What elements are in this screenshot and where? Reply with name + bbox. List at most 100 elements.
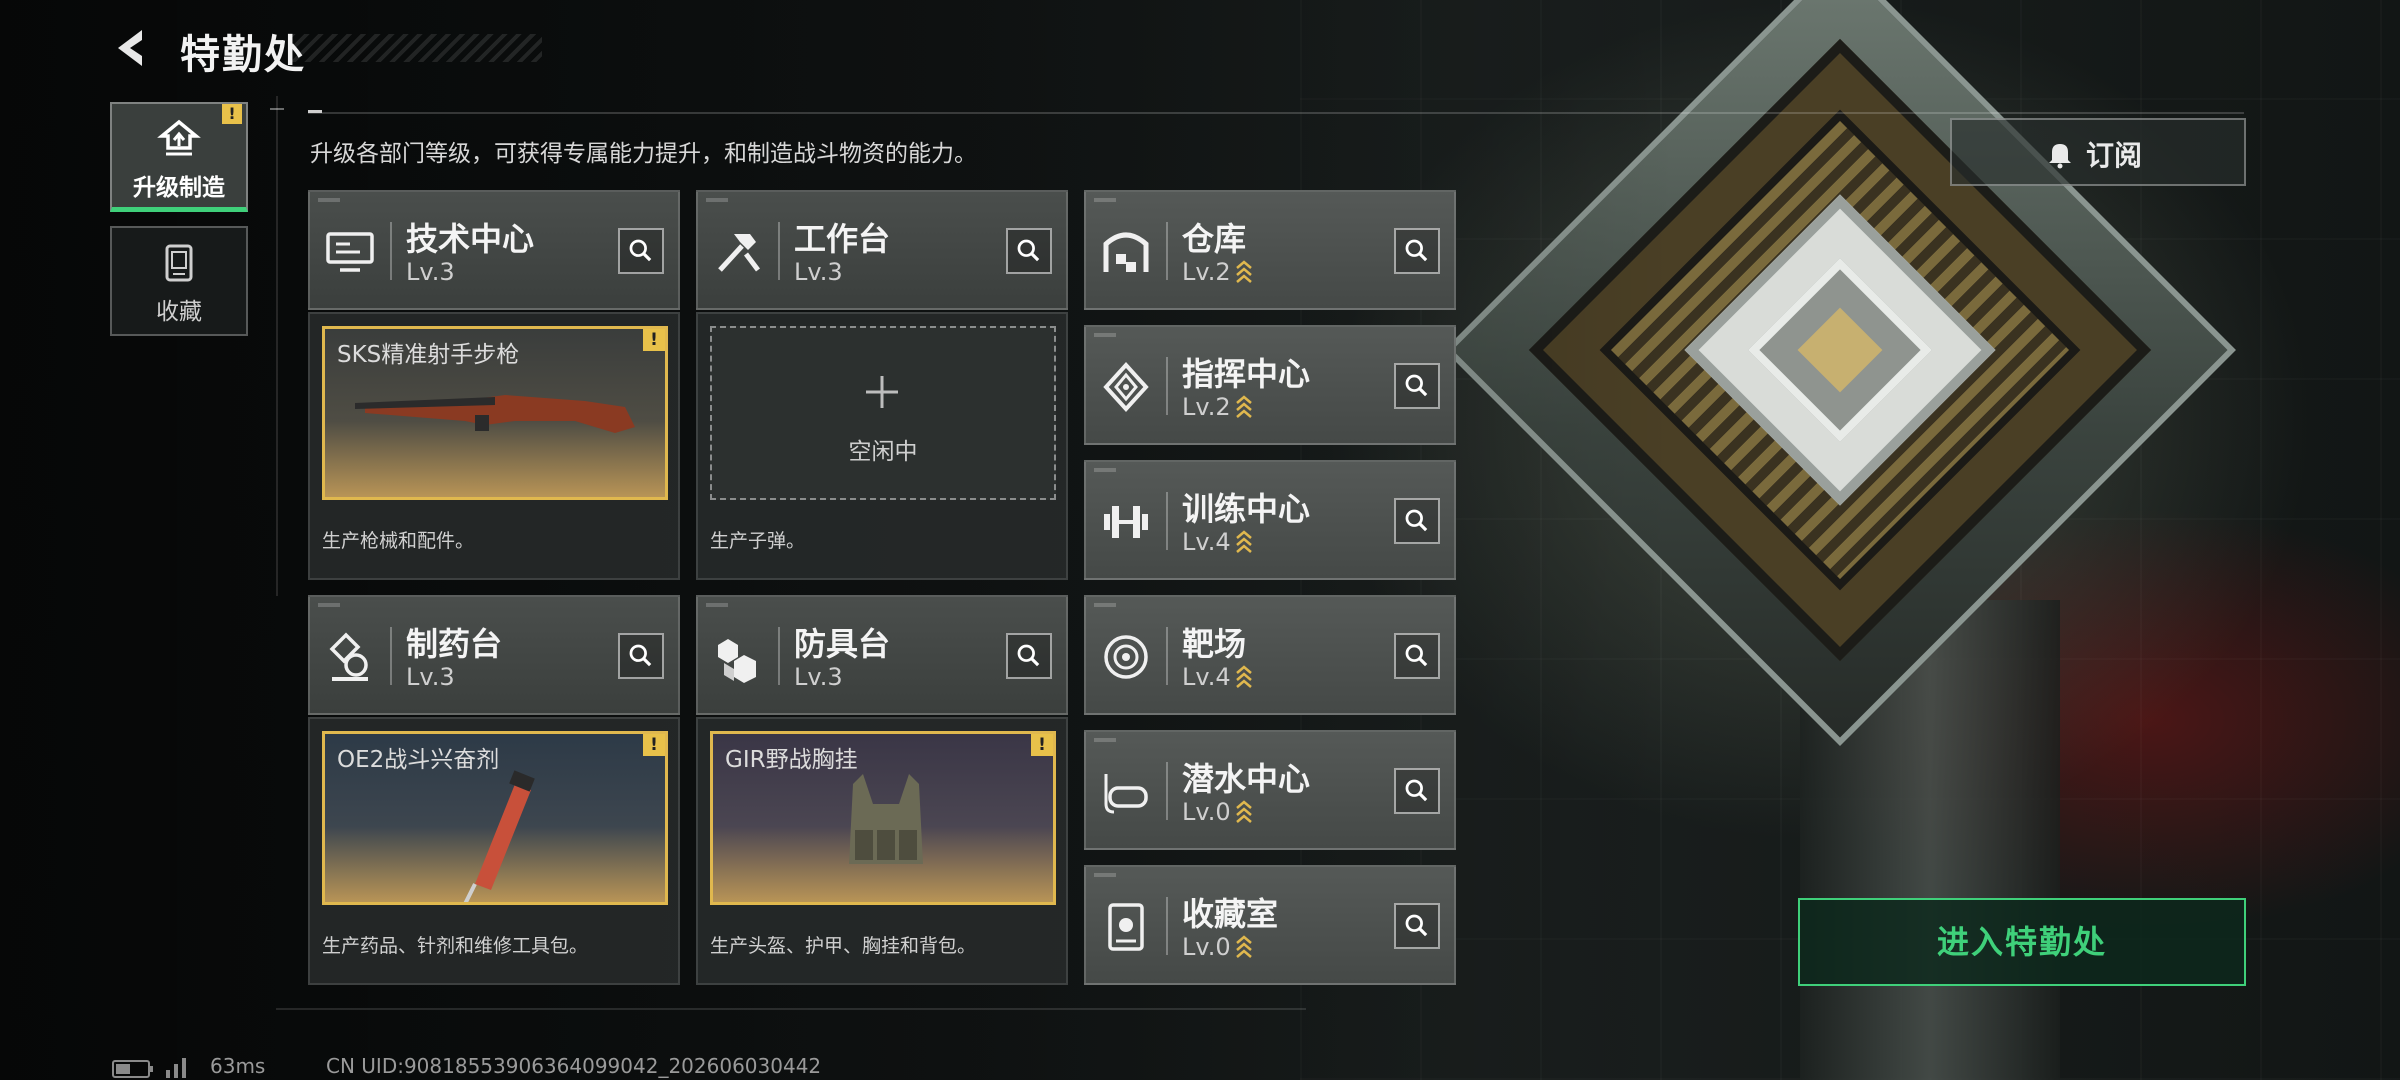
dept-name: 指挥中心 (1182, 355, 1311, 393)
workbench-icon (718, 234, 760, 272)
nav-tab-collection[interactable]: 收藏 (110, 226, 248, 336)
dept-search-button[interactable] (1006, 228, 1052, 274)
dept-card-warehouse[interactable]: 仓库 Lv.2 (1084, 190, 1456, 310)
dept-search-button[interactable] (1394, 228, 1440, 274)
nav-label-collection: 收藏 (156, 299, 202, 325)
dept-card-diving-center[interactable]: 潜水中心 Lv.0 (1084, 730, 1456, 850)
production-slot[interactable]: GIR野战胸挂 ! (710, 731, 1056, 905)
dept-search-button[interactable] (1394, 903, 1440, 949)
dept-search-button[interactable] (1394, 768, 1440, 814)
search-icon (1405, 374, 1428, 397)
back-arrow-icon[interactable] (110, 26, 152, 70)
search-icon (1017, 644, 1040, 667)
dept-card-tech-center[interactable]: 技术中心 Lv.3 (308, 190, 680, 310)
dept-name: 技术中心 (406, 220, 535, 258)
collection-room-icon (1108, 903, 1144, 951)
production-idle-label: 空闲中 (848, 439, 918, 465)
dept-card-shooting-range[interactable]: 靶场 Lv.4 (1084, 595, 1456, 715)
search-icon (629, 239, 652, 262)
plus-icon (866, 376, 898, 408)
dept-card-training-center[interactable]: 训练中心 Lv.4 (1084, 460, 1456, 580)
dept-name: 靶场 (1182, 625, 1247, 663)
dept-level-text: Lv.4 (1182, 663, 1231, 691)
search-icon (1405, 779, 1428, 802)
battery-icon (112, 1060, 153, 1078)
page-title: 特勤处 (180, 32, 306, 78)
dept-level: Lv.0 (1182, 933, 1253, 961)
warehouse-icon (1103, 232, 1149, 272)
production-panel-pharmacy[interactable]: OE2战斗兴奋剂 ! 生产药品、针剂和维修工具包。 (308, 717, 680, 985)
production-panel-armor-bench[interactable]: GIR野战胸挂 ! 生产头盔、护甲、胸挂和背包。 (696, 717, 1068, 985)
production-alert-badge: ! (643, 329, 665, 351)
subscribe-label: 订阅 (2086, 139, 2143, 172)
production-description: 生产子弹。 (710, 530, 806, 552)
nav-alert-badge: ! (222, 104, 242, 124)
nav-tab-upgrade-build[interactable]: 升级制造 ! (110, 102, 248, 212)
dept-level: Lv.4 (1182, 663, 1253, 691)
dept-level: Lv.3 (794, 663, 843, 691)
dept-search-button[interactable] (618, 228, 664, 274)
nav-divider-tick (270, 108, 284, 110)
dept-name: 潜水中心 (1182, 760, 1311, 798)
dept-card-pharmacy[interactable]: 制药台 Lv.3 (308, 595, 680, 715)
dept-card-command-center[interactable]: 指挥中心 Lv.2 (1084, 325, 1456, 445)
training-center-icon (1104, 506, 1148, 538)
dept-name: 仓库 (1182, 220, 1247, 258)
header-divider (308, 112, 2244, 114)
upgrade-chevron-icon (1235, 260, 1252, 283)
bell-icon (2049, 144, 2071, 169)
production-alert-badge: ! (643, 734, 665, 756)
production-slot-empty[interactable]: 空闲中 (710, 326, 1056, 500)
search-icon (1405, 644, 1428, 667)
dept-card-workbench[interactable]: 工作台 Lv.3 (696, 190, 1068, 310)
dept-level-text: Lv.0 (1182, 933, 1231, 961)
production-alert-badge: ! (1031, 734, 1053, 756)
upgrade-chevron-icon (1235, 395, 1252, 418)
production-panel-workbench[interactable]: 空闲中 生产子弹。 (696, 312, 1068, 580)
production-item-name: OE2战斗兴奋剂 (337, 747, 500, 773)
dept-search-button[interactable] (1394, 633, 1440, 679)
diving-center-icon (1104, 774, 1148, 814)
production-item-name: GIR野战胸挂 (725, 747, 858, 773)
production-panel-tech-center[interactable]: SKS精准射手步枪 ! 生产枪械和配件。 (308, 312, 680, 580)
production-slot[interactable]: OE2战斗兴奋剂 ! (322, 731, 668, 905)
enter-special-ops-button[interactable]: 进入特勤处 (1798, 898, 2246, 986)
dept-name: 制药台 (406, 625, 503, 663)
search-icon (1405, 914, 1428, 937)
dept-level: Lv.0 (1182, 798, 1253, 826)
dept-search-button[interactable] (1394, 363, 1440, 409)
production-description: 生产药品、针剂和维修工具包。 (322, 935, 589, 957)
dept-search-button[interactable] (1006, 633, 1052, 679)
footer-divider (276, 1008, 1306, 1010)
page-description: 升级各部门等级，可获得专属能力提升，和制造战斗物资的能力。 (310, 141, 977, 167)
network-ping: 63ms (210, 1054, 266, 1078)
dept-card-collection-room[interactable]: 收藏室 Lv.0 (1084, 865, 1456, 985)
dept-search-button[interactable] (1394, 498, 1440, 544)
dept-card-armor-bench[interactable]: 防具台 Lv.3 (696, 595, 1068, 715)
dept-level: Lv.3 (406, 663, 455, 691)
tech-center-icon (326, 232, 374, 272)
dept-level: Lv.4 (1182, 528, 1253, 556)
dept-level: Lv.2 (1182, 393, 1253, 421)
production-slot[interactable]: SKS精准射手步枪 ! (322, 326, 668, 500)
search-icon (629, 644, 652, 667)
dept-level-text: Lv.2 (1182, 393, 1231, 421)
dept-search-button[interactable] (618, 633, 664, 679)
nav-label-upgrade-build: 升级制造 (133, 175, 225, 201)
armor-bench-icon (718, 639, 756, 683)
nav-divider (276, 96, 278, 596)
command-center-icon (1103, 362, 1149, 412)
dept-level: Lv.2 (1182, 258, 1253, 286)
upgrade-chevron-icon (1235, 800, 1252, 823)
search-icon (1405, 239, 1428, 262)
subscribe-button[interactable]: 订阅 (1950, 118, 2246, 186)
header-divider-tick (308, 110, 322, 113)
upgrade-chevron-icon (1235, 665, 1252, 688)
dept-level-text: Lv.0 (1182, 798, 1231, 826)
production-description: 生产枪械和配件。 (322, 530, 475, 552)
dept-level: Lv.3 (406, 258, 455, 286)
dept-name: 训练中心 (1182, 490, 1311, 528)
search-icon (1405, 509, 1428, 532)
upgrade-chevron-icon (1235, 530, 1252, 553)
upgrade-build-icon (157, 119, 201, 156)
